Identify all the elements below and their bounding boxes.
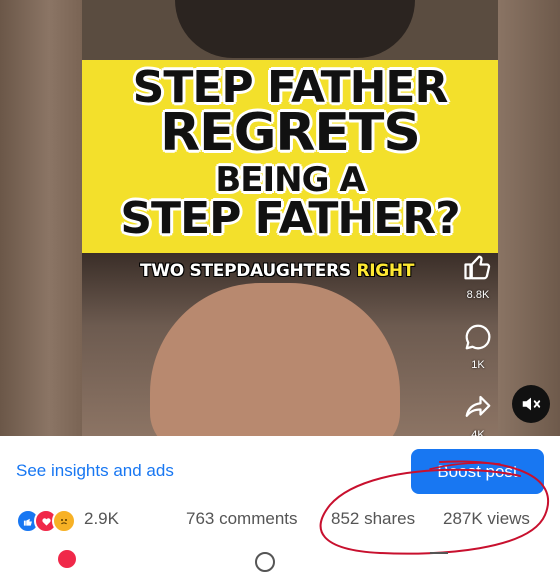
video-subtitle: TWO STEPDAUGHTERS RIGHT [140,261,414,281]
share-arrow-icon [465,395,491,417]
video-title-line-4: STEP FATHER? [120,193,460,244]
see-insights-link[interactable]: See insights and ads [16,461,174,481]
video-title-line-2: REGRETS [160,103,421,163]
comment-bubble-icon [465,324,491,350]
video-player[interactable]: STEP FATHER REGRETS BEING A STEP FATHER?… [0,0,560,436]
thumbs-up-icon [464,255,491,280]
subtitle-highlight: RIGHT [356,261,415,281]
boost-post-button[interactable]: Boost post [411,449,544,494]
reaction-count[interactable]: 2.9K [84,509,119,529]
love-button-icon[interactable] [58,550,76,568]
post-actions-row [0,548,560,572]
video-background-right [498,0,560,436]
video-comment-action[interactable]: 1K [455,322,501,371]
subtitle-text: TWO STEPDAUGHTERS [140,261,357,281]
video-background-left [0,0,82,436]
person-beard [175,0,415,58]
shares-count-link[interactable]: 852 shares [331,509,415,529]
sad-face-glyph-icon [61,519,67,525]
video-share-action[interactable]: 4K [455,392,501,436]
like-glyph-icon [23,518,32,526]
video-like-action[interactable]: 8.8K [455,252,501,301]
speaker-muted-icon [522,397,541,411]
mute-button[interactable] [512,385,550,423]
sad-reaction-icon [52,509,76,533]
video-like-count: 8.8K [466,289,490,301]
heart-glyph-icon [41,517,51,526]
comments-count-link[interactable]: 763 comments [186,509,298,529]
reaction-icons[interactable] [16,509,76,533]
video-share-count: 4K [471,429,485,436]
video-comment-count: 1K [471,359,485,371]
share-button-icon[interactable] [430,552,448,564]
comment-button-icon[interactable] [255,552,275,572]
views-count: 287K views [443,509,530,528]
